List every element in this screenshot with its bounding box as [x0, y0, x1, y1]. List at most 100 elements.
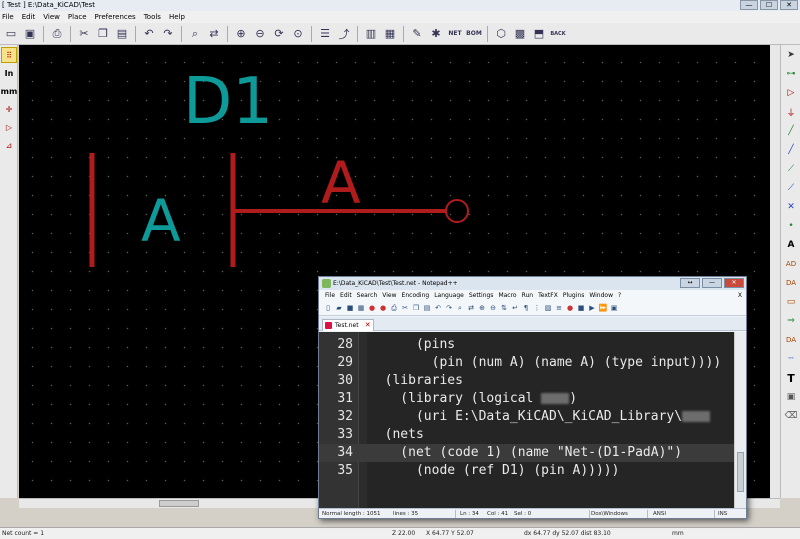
select-arrow-icon[interactable]: ➤ [783, 47, 799, 63]
doc-map-icon[interactable]: ▧ [543, 303, 553, 313]
code-line[interactable]: 30 (libraries [319, 372, 734, 390]
library-browser-icon[interactable]: ▦ [381, 25, 399, 43]
leave-sheet-icon[interactable]: ⤴ [335, 25, 353, 43]
print-icon[interactable]: ⎙ [48, 25, 66, 43]
save-macro-icon[interactable]: ▣ [609, 303, 619, 313]
find-icon[interactable]: ⌕ [186, 25, 204, 43]
show-all-chars-icon[interactable]: ¶ [521, 303, 531, 313]
npp-menu-window[interactable]: Window [589, 290, 613, 301]
delete-icon[interactable]: ⌫ [783, 408, 799, 424]
code-line[interactable]: 29 (pin (num A) (name A) (type input)))) [319, 354, 734, 372]
undo-icon[interactable]: ↶ [140, 25, 158, 43]
menu-file[interactable]: File [2, 11, 14, 23]
add-bus-icon[interactable]: ╱ [783, 142, 799, 158]
no-connect-icon[interactable]: ✕ [783, 199, 799, 215]
npp-vertical-scrollbar[interactable] [734, 332, 746, 508]
save-icon[interactable]: ▣ [21, 25, 39, 43]
npp-close-button[interactable]: ✕ [724, 278, 744, 288]
npp-menu-encoding[interactable]: Encoding [402, 290, 430, 301]
component-reference[interactable]: D1 [183, 65, 273, 139]
add-image-icon[interactable]: ▣ [783, 389, 799, 405]
menu-tools[interactable]: Tools [144, 11, 161, 23]
erc-icon[interactable]: ✱ [427, 25, 445, 43]
undo-icon[interactable]: ↶ [433, 303, 443, 313]
pin-endpoint[interactable] [445, 199, 469, 223]
replace-icon[interactable]: ⇄ [466, 303, 476, 313]
bus-wire-45-icon[interactable]: ⊿ [1, 137, 17, 153]
hidden-pins-icon[interactable]: ▷ [1, 119, 17, 135]
paste-icon[interactable]: ▤ [422, 303, 432, 313]
zoom-in-icon[interactable]: ⊕ [232, 25, 250, 43]
npp-scrollbar-thumb[interactable] [737, 452, 744, 492]
redo-icon[interactable]: ↷ [159, 25, 177, 43]
add-junction-icon[interactable]: • [783, 218, 799, 234]
print-icon[interactable]: ⎙ [389, 303, 399, 313]
copy-icon[interactable]: ❐ [411, 303, 421, 313]
code-line[interactable]: 28 (pins [319, 336, 734, 354]
code-line[interactable]: 34 (net (code 1) (name "Net-(D1-PadA)") [319, 444, 734, 462]
sheet-pin-icon[interactable]: DA [783, 332, 799, 348]
stop-macro-icon[interactable]: ■ [576, 303, 586, 313]
cursor-shape-icon[interactable]: ✛ [1, 101, 17, 117]
close-button[interactable]: ✕ [780, 0, 798, 10]
save-all-icon[interactable]: ▦ [356, 303, 366, 313]
close-all-icon[interactable]: ● [378, 303, 388, 313]
record-macro-icon[interactable]: ● [565, 303, 575, 313]
close-icon[interactable]: ● [367, 303, 377, 313]
add-graphic-line-icon[interactable]: ┄ [783, 351, 799, 367]
cut-icon[interactable]: ✂ [400, 303, 410, 313]
import-footprints-icon[interactable]: ⬒ [530, 25, 548, 43]
npp-menu-textfx[interactable]: TextFX [538, 290, 558, 301]
units-mm-icon[interactable]: mm [1, 83, 18, 99]
annotate-icon[interactable]: ✎ [408, 25, 426, 43]
redo-icon[interactable]: ↷ [444, 303, 454, 313]
npp-minimize-button[interactable]: — [702, 278, 722, 288]
add-power-icon[interactable]: ⏚ [783, 104, 799, 120]
menu-view[interactable]: View [43, 11, 60, 23]
code-line[interactable]: 35 (node (ref D1) (pin A))))) [319, 462, 734, 480]
npp-close-document-button[interactable]: X [738, 290, 742, 301]
back-annotate-icon[interactable]: BACK [549, 25, 567, 43]
add-wire-icon[interactable]: ╱ [783, 123, 799, 139]
net-label-icon[interactable]: A [783, 237, 799, 253]
add-sheet-icon[interactable]: ▭ [783, 294, 799, 310]
save-icon[interactable]: ■ [345, 303, 355, 313]
open-file-icon[interactable]: ▰ [334, 303, 344, 313]
pcbnew-icon[interactable]: ▩ [511, 25, 529, 43]
scrollbar-thumb[interactable] [159, 500, 199, 507]
sync-scroll-icon[interactable]: ⇅ [499, 303, 509, 313]
hier-label-icon[interactable]: DA [783, 275, 799, 291]
npp-menu-view[interactable]: View [382, 290, 396, 301]
function-list-icon[interactable]: ≡ [554, 303, 564, 313]
npp-menu-language[interactable]: Language [434, 290, 464, 301]
code-line[interactable]: 32 (uri E:\Data_KiCAD\_KiCAD_Library\ [319, 408, 734, 426]
zoom-out-icon[interactable]: ⊖ [251, 25, 269, 43]
npp-menu-file[interactable]: File [325, 290, 335, 301]
npp-menu-search[interactable]: Search [357, 290, 378, 301]
minimize-button[interactable]: — [740, 0, 758, 10]
word-wrap-icon[interactable]: ↵ [510, 303, 520, 313]
library-editor-icon[interactable]: ▥ [362, 25, 380, 43]
zoom-out-icon[interactable]: ⊖ [488, 303, 498, 313]
npp-menu-help[interactable]: ? [618, 290, 621, 301]
bom-icon[interactable]: BOM [465, 25, 483, 43]
npp-text-editor[interactable]: 28 (pins 29 (pin (num A) (name A) (type i… [319, 332, 746, 508]
grid-toggle-icon[interactable]: ⠿ [1, 47, 17, 63]
code-line[interactable]: 33 (nets [319, 426, 734, 444]
run-macro-multiple-icon[interactable]: ⏩ [598, 303, 608, 313]
netlist-icon[interactable]: NET [446, 25, 464, 43]
maximize-button[interactable]: ☐ [760, 0, 778, 10]
hierarchy-icon[interactable]: ☰ [316, 25, 334, 43]
npp-restore-button[interactable]: ↔ [680, 278, 700, 288]
npp-menu-run[interactable]: Run [522, 290, 534, 301]
npp-menu-settings[interactable]: Settings [469, 290, 494, 301]
add-component-icon[interactable]: ▷ [783, 85, 799, 101]
play-macro-icon[interactable]: ▶ [587, 303, 597, 313]
menu-help[interactable]: Help [169, 11, 185, 23]
cvpcb-icon[interactable]: ⬡ [492, 25, 510, 43]
replace-icon[interactable]: ⇄ [205, 25, 223, 43]
hierarchy-nav-icon[interactable]: ⊶ [783, 66, 799, 82]
canvas-vertical-scrollbar[interactable] [770, 45, 780, 498]
add-text-icon[interactable]: T [783, 370, 799, 386]
npp-menu-macro[interactable]: Macro [498, 290, 516, 301]
